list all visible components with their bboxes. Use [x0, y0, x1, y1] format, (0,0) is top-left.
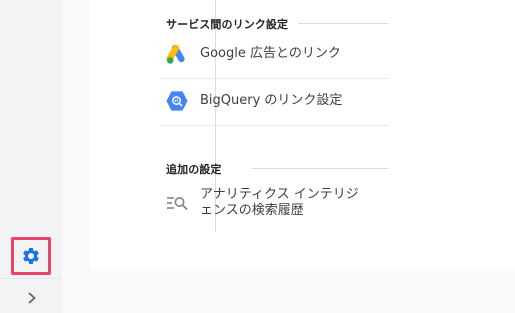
expand-nav-button[interactable] [22, 288, 42, 308]
bigquery-icon [166, 89, 188, 113]
admin-settings-button[interactable] [11, 237, 51, 275]
menu-item-label-line2: ェンスの検索履歴 [200, 203, 304, 218]
menu-item-label-line1: アナリティクス インテリジ [200, 187, 359, 202]
menu-item-label: アナリティクス インテリジ ェンスの検索履歴 [200, 187, 359, 219]
chevron-right-icon [26, 291, 38, 305]
section-rule [298, 23, 389, 24]
menu-item-label: BigQuery のリンク設定 [200, 93, 343, 108]
section-header-additional-settings: 追加の設定 [166, 163, 222, 176]
gear-icon [21, 246, 41, 266]
menu-item-bigquery-link[interactable]: BigQuery のリンク設定 [160, 89, 389, 113]
section-rule [252, 168, 389, 169]
rail-divider [0, 278, 62, 279]
item-divider [160, 125, 389, 126]
menu-item-label: Google 広告とのリンク [200, 46, 341, 61]
menu-item-google-ads-link[interactable]: Google 広告とのリンク [160, 42, 389, 66]
section-header-service-links: サービス間のリンク設定 [166, 18, 289, 31]
search-history-icon [166, 191, 188, 215]
google-ads-icon [166, 42, 188, 66]
admin-panel [90, 0, 515, 269]
item-divider [160, 78, 389, 79]
menu-item-intelligence-search-history[interactable]: アナリティクス インテリジ ェンスの検索履歴 [160, 186, 389, 220]
